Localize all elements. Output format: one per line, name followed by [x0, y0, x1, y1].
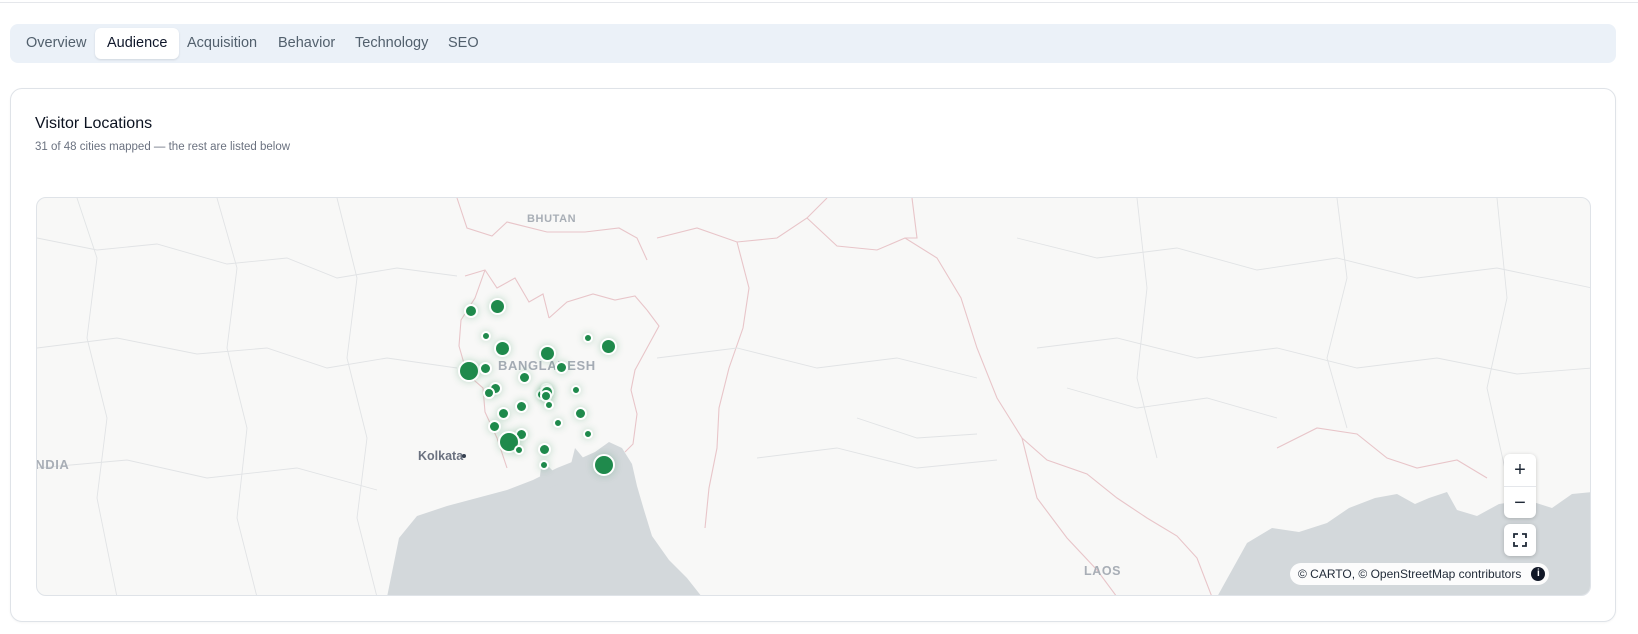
zoom-in-button[interactable]: +	[1504, 454, 1536, 486]
visitor-marker[interactable]	[573, 406, 587, 420]
visitor-marker[interactable]	[537, 442, 551, 456]
label-bhutan: BHUTAN	[527, 213, 577, 225]
visitor-map[interactable]: BHUTAN BANGLADESH INDIA LAOS Kolkata + −…	[36, 197, 1591, 596]
tab-technology[interactable]: Technology	[343, 28, 440, 59]
visitor-marker[interactable]	[554, 360, 568, 374]
visitor-marker[interactable]	[553, 418, 563, 428]
visitor-marker[interactable]	[488, 297, 506, 315]
visitor-marker[interactable]	[571, 385, 581, 395]
tab-overview[interactable]: Overview	[14, 28, 98, 59]
visitor-marker[interactable]	[593, 454, 615, 476]
label-kolkata: Kolkata	[418, 449, 464, 463]
visitor-marker[interactable]	[517, 370, 531, 384]
tab-audience[interactable]: Audience	[95, 28, 180, 59]
fullscreen-icon	[1513, 533, 1527, 547]
attribution-text: © CARTO, © OpenStreetMap contributors	[1298, 567, 1522, 581]
zoom-control: + −	[1504, 454, 1536, 518]
visitor-marker[interactable]	[496, 406, 510, 420]
top-divider	[0, 2, 1638, 3]
label-laos: LAOS	[1084, 564, 1122, 578]
visitor-marker[interactable]	[583, 333, 593, 343]
tab-acquisition[interactable]: Acquisition	[175, 28, 269, 59]
visitor-marker[interactable]	[539, 460, 549, 470]
visitor-locations-card: Visitor Locations 31 of 48 cities mapped…	[10, 88, 1616, 622]
visitor-marker[interactable]	[464, 304, 478, 318]
card-subtitle: 31 of 48 cities mapped — the rest are li…	[35, 141, 291, 153]
visitor-marker[interactable]	[481, 331, 491, 341]
fullscreen-button[interactable]	[1504, 524, 1536, 556]
tab-behavior[interactable]: Behavior	[266, 28, 347, 59]
visitor-marker[interactable]	[544, 400, 554, 410]
zoom-out-button[interactable]: −	[1504, 486, 1536, 519]
label-india: INDIA	[36, 457, 70, 472]
visitor-marker[interactable]	[583, 429, 593, 439]
visitor-marker[interactable]	[458, 360, 480, 382]
visitor-marker[interactable]	[514, 399, 528, 413]
visitor-marker[interactable]	[478, 361, 492, 375]
tab-seo[interactable]: SEO	[436, 28, 491, 59]
visitor-marker[interactable]	[493, 339, 511, 357]
kolkata-dot	[462, 454, 466, 458]
visitor-marker[interactable]	[487, 419, 501, 433]
info-icon[interactable]: i	[1531, 567, 1546, 581]
map-basemap	[37, 198, 1590, 595]
map-attribution: © CARTO, © OpenStreetMap contributors i	[1290, 563, 1550, 585]
tab-bar: Overview Audience Acquisition Behavior T…	[10, 24, 1616, 63]
visitor-marker[interactable]	[514, 445, 524, 455]
card-title: Visitor Locations	[35, 115, 153, 132]
visitor-marker[interactable]	[538, 344, 556, 362]
visitor-marker[interactable]	[483, 387, 495, 399]
visitor-marker[interactable]	[599, 337, 617, 355]
